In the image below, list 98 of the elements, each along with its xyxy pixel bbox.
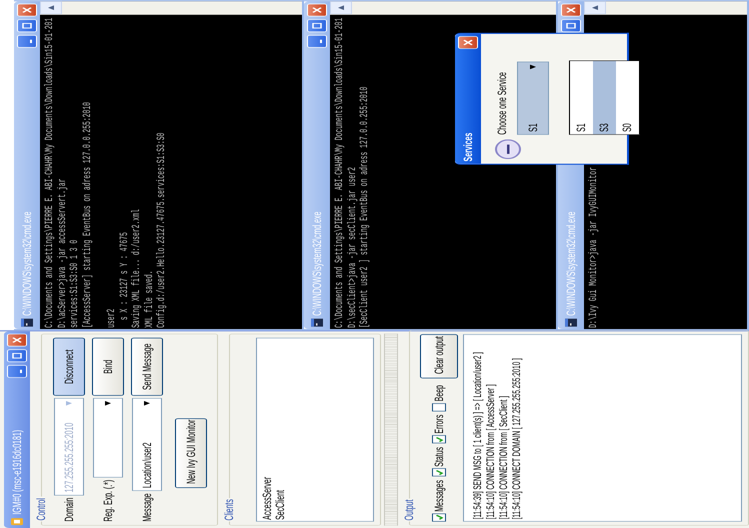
clear-output-button[interactable]: Clear output [420,334,458,378]
scrollbar[interactable] [584,1,747,15]
close-button[interactable] [17,4,37,16]
filter-checkbox[interactable]: Errors [432,414,446,444]
scrollbar[interactable] [40,1,302,15]
minimize-button[interactable] [17,35,37,48]
minimize-icon [30,40,32,44]
output-line: [11:54:10] CONNECTION from [ SecClient ] [498,395,510,520]
close-icon [12,337,22,343]
dropdown-option[interactable]: S3 [593,61,616,134]
console-line: s X : 23127 s Y : 47675 [118,231,131,322]
field-label: Message [140,493,154,522]
maximize-button[interactable] [7,349,27,362]
dropdown-arrow-icon [105,400,111,406]
new-monitor-button[interactable]: New Ivy GUI Monitor [175,418,207,488]
console-icon [311,318,323,327]
checkbox-label: Messages [432,480,446,512]
dropdown-option[interactable]: S1 [570,61,593,134]
close-icon [312,7,322,13]
checkbox[interactable] [432,514,446,522]
maximize-button[interactable] [307,19,327,32]
combo-box[interactable]: Location/user2 [132,398,162,492]
maximize-icon [312,22,322,29]
service-combo-box[interactable]: S1 [517,62,549,135]
minimize-icon [20,370,22,374]
maximize-icon [566,22,576,29]
group-label: Clients [222,498,236,522]
info-icon [495,139,521,160]
console-line: D:\secClient>java -jar secClient.jar user2 [346,166,359,328]
close-button[interactable] [307,4,327,16]
dialog-title: Services [461,132,475,162]
output-line: [11:54:10] CONNECT DOMAIN [ 127.255.255.255:2010 ] [511,357,523,520]
output-line: [11:54:10] CONNECTION from [ AccessServer ] [485,383,497,520]
filter-checkbox[interactable]: Beep [432,385,446,412]
window-title: C:\WINDOWS\system32\cmd.exe [310,210,324,316]
check-icon [434,436,444,442]
console-icon [21,318,33,327]
console-line: C:\Documents and Settings\PIERRE E. ABI-CHAHR\My Documents\Downloads\Sin15-01-201 [44,16,56,328]
group-label: Control [34,497,48,522]
combo-box[interactable] [93,398,123,478]
client-item[interactable]: AccessServer [261,340,274,520]
up-arrow-icon [338,5,344,10]
checkbox-label: Beep [432,385,446,402]
field-label: Domain [62,498,76,522]
app-icon [10,518,24,526]
close-button[interactable] [561,4,581,16]
window-title: IGM#0 (msc-e1916dc0181) [10,428,24,515]
field-label: Reg. Exp. (.*) [101,480,115,522]
client-item[interactable]: SecClient [274,340,287,520]
window-title: C:\WINDOWS\system32\cmd.exe [20,210,34,316]
action-button[interactable]: Bind [92,338,124,396]
scrollbar[interactable] [330,1,556,15]
dialog-prompt: Choose one Service [495,71,509,135]
console-line: user2 [106,308,118,328]
maximize-button[interactable] [561,19,581,32]
window-title: C:\WINDOWS\system32\cmd.exe [564,210,578,316]
close-icon [22,7,32,13]
console-line: [SecClient user2 ] starting EventBus on adress 127.0.0.255:2010 [359,86,372,328]
close-icon [566,7,576,13]
dropdown-arrow-icon [530,64,536,70]
maximize-button[interactable] [17,19,37,32]
scroll-up-button[interactable] [40,1,62,14]
dropdown-arrow-icon [144,400,150,406]
checkbox-label: Errors [432,414,446,434]
close-button[interactable] [458,36,478,49]
console-line: [AccessServer] starting EventBus on adress 127.0.0.255:2010 [82,101,94,328]
check-icon [434,514,444,520]
up-arrow-icon [592,5,598,10]
up-arrow-icon [48,5,54,10]
dropdown-option[interactable]: S0 [616,61,639,134]
close-icon [463,40,473,46]
console-line: services:S1:S3:S0 1 3 0 [69,238,82,328]
checkbox[interactable] [432,403,446,412]
filter-checkbox[interactable]: Status [432,446,446,477]
checkbox[interactable] [432,468,446,477]
minimize-icon [320,40,322,44]
scroll-up-button[interactable] [330,1,352,14]
minimize-button[interactable] [307,35,327,48]
console-icon [565,318,577,327]
action-button[interactable]: Send Message [131,338,163,396]
console-line: Config.d:/user2.Hello.23127.47675.services:S1:S3:S0 [156,132,168,328]
scroll-up-button[interactable] [584,1,606,14]
maximize-icon [12,352,22,359]
check-icon [434,470,444,476]
console-line: Saving XML file... d:/user2.xml [131,208,144,328]
checkbox-label: Status [432,446,446,467]
checkbox[interactable] [432,435,446,444]
maximize-icon [22,22,32,29]
group-label: Output [402,498,416,522]
minimize-button[interactable] [7,365,27,378]
console-line: C:\Documents and Settings\PIERRE E. ABI-CHAHR\My Documents\Downloads\Sin15-01-201 [334,16,346,328]
console-line: XML file saved. [144,269,156,328]
filter-checkbox[interactable]: Messages [432,480,446,522]
close-button[interactable] [7,334,27,346]
dropdown-arrow-icon [66,400,72,406]
output-line: [11:54:39] SEND MSG to [ 1 client(s) ] => [ Location/user2 ] [472,351,484,520]
console-line: D:\acServer>java -jar accessServert.jar [56,178,69,328]
console-line: D:\Ivy Gui Monitor>java -jar IvyGUIMonitor [588,166,600,328]
